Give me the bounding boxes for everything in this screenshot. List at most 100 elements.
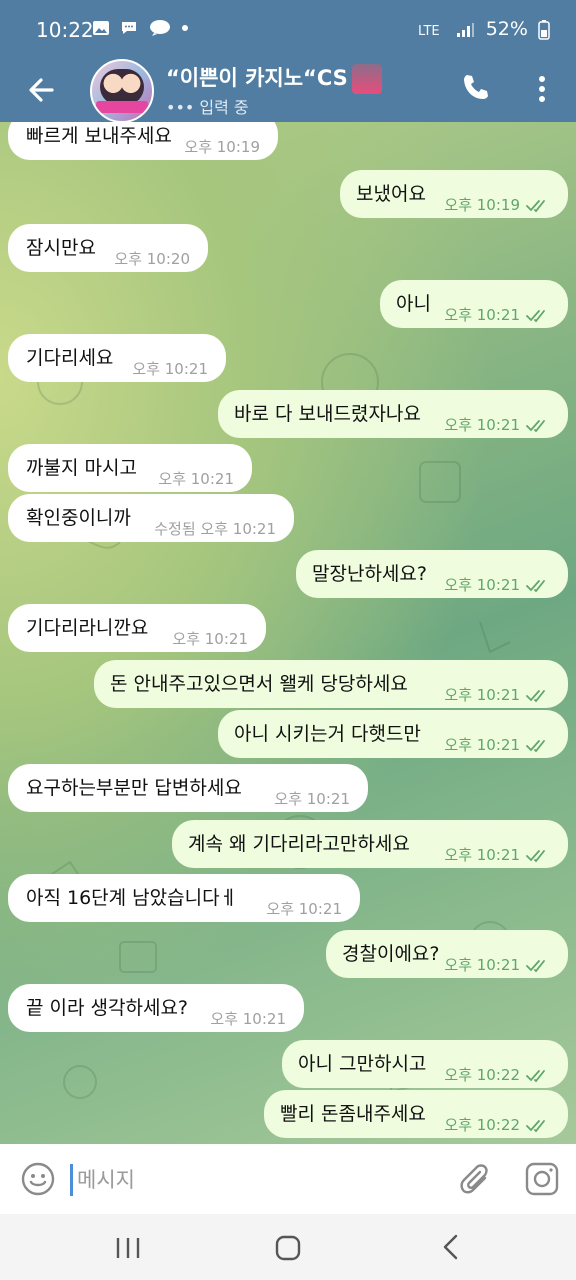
avatar-banner [96,101,148,113]
double-check-icon [526,1119,545,1132]
home-icon[interactable] [272,1232,304,1264]
status-time: 10:22 [36,18,94,42]
message-meta: 오후 10:21 [444,570,552,600]
message-time: 오후 10:22 [444,1066,520,1084]
message-incoming[interactable]: 기다리세요오후 10:21 [8,334,226,382]
message-meta: 오후 10:21 [444,410,552,440]
message-text: 빨리 돈좀내주세요 [280,1103,426,1125]
message-meta: 수정됨 오후 10:21 [154,514,276,544]
message-time: 오후 10:21 [444,576,520,594]
message-incoming[interactable]: 아직 16단계 남았습니다ㅔ 오후 10:21 [8,874,360,922]
recent-apps-icon[interactable] [112,1234,144,1262]
camera-icon[interactable] [524,1161,560,1197]
status-right: LTE 52% [418,18,550,40]
battery-percent: 52% [485,18,528,40]
message-incoming[interactable]: 빠르게 보내주세요 오후 10:19 [8,122,278,160]
message-text: 바로 다 보내드렸자나요 [234,403,421,425]
message-time: 오후 10:21 [132,360,208,378]
double-check-icon [526,1069,545,1082]
message-incoming[interactable]: 확인중이니까 수정됨 오후 10:21 [8,494,294,542]
message-time: 오후 10:22 [444,1116,520,1134]
message-outgoing[interactable]: 아니 그만하시고 오후 10:22 [282,1040,568,1088]
message-incoming[interactable]: 요구하는부분만 답변하세요오후 10:21 [8,764,368,812]
double-check-icon [526,959,545,972]
message-text: 기다리라니깐요 [26,617,149,639]
message-text: 기다리세요 [26,347,114,369]
message-time: 오후 10:21 [444,736,520,754]
message-input-bar [0,1144,576,1214]
message-outgoing[interactable]: 보냈어요오후 10:19 [340,170,568,218]
message-time: 오후 10:21 [172,630,248,648]
chat-messages[interactable]: 빠르게 보내주세요 오후 10:19 보냈어요 오후 10:19 잠시만요 오후 10:2… [0,122,576,1144]
double-check-icon [526,579,545,592]
network-label: LTE [418,24,440,39]
message-text: 돈 안내주고있으면서 왤케 당당하세요 [110,673,408,695]
message-time: 오후 10:21 [444,956,520,974]
message-input[interactable] [70,1164,449,1196]
double-check-icon [526,199,545,212]
message-time: 오후 10:21 [444,686,520,704]
message-text: 까불지 마시고 [26,457,137,479]
message-meta: 오후 10:21 [210,1004,286,1034]
message-outgoing[interactable]: 돈 안내주고있으면서 왤케 당당하세요오후 10:21 [94,660,568,708]
avatar[interactable] [90,59,154,123]
message-text: 아니 시키는거 다햇드만 [234,723,421,745]
message-incoming[interactable]: 기다리라니깐요오후 10:21 [8,604,266,652]
emoji-icon[interactable] [20,1161,56,1197]
double-check-icon [526,419,545,432]
battery-icon [538,19,550,40]
message-time: 오후 10:19 [184,138,260,156]
attach-icon[interactable] [458,1160,494,1198]
message-text: 경찰이에요? [342,943,440,965]
message-meta: 오후 10:20 [114,244,190,274]
message-meta: 오후 10:21 [444,840,552,870]
message-incoming[interactable]: 까불지 마시고 오후 10:21 [8,444,252,492]
message-time: 오후 10:19 [444,196,520,214]
message-meta: 오후 10:19 [184,132,260,162]
message-time: 오후 10:21 [266,900,342,918]
message-outgoing[interactable]: 아니 시키는거 다햇드만오후 10:21 [218,710,568,758]
avatar-image [100,69,144,105]
message-incoming[interactable]: 잠시만요 오후 10:20 [8,224,208,272]
message-meta: 오후 10:22 [444,1060,552,1090]
message-meta: 오후 10:21 [172,624,248,654]
double-check-icon [526,689,545,702]
message-outgoing[interactable]: 계속 왜 기다리라고만하세요 오후 10:21 [172,820,568,868]
message-meta: 오후 10:21 [158,464,234,494]
chat-header: “이쁜이 카지노“CS ••• 입력 중 [0,58,576,123]
message-outgoing[interactable]: 경찰이에요? 오후 10:21 [326,930,568,978]
message-incoming[interactable]: 끝 이라 생각하세요? 오후 10:21 [8,984,304,1032]
message-time: 오후 10:21 [274,790,350,808]
message-meta: 오후 10:21 [132,354,208,384]
chat-title-block[interactable]: “이쁜이 카지노“CS [166,62,382,94]
notification-icons [92,20,189,40]
status-bar: 10:22 LTE 52% [0,0,576,58]
message-text: 요구하는부분만 답변하세요 [26,777,242,799]
message-meta: 오후 10:22 [444,1110,552,1140]
message-time: 오후 10:21 [444,416,520,434]
double-check-icon [526,739,545,752]
system-navigation-bar [0,1214,576,1280]
chat-icon [122,22,137,34]
message-meta: 오후 10:21 [266,894,342,924]
message-meta: 오후 10:21 [444,730,552,760]
message-time: 오후 10:21 [444,846,520,864]
message-text: 아직 16단계 남았습니다ㅔ [26,887,238,909]
message-outgoing[interactable]: 말장난하세요? 오후 10:21 [296,550,568,598]
phone-icon[interactable] [460,72,492,104]
message-text: 보냈어요 [356,183,426,205]
title-badge-image [351,64,382,94]
back-icon[interactable] [438,1232,464,1262]
message-meta: 오후 10:21 [274,784,350,814]
message-meta: 오후 10:19 [444,190,552,220]
message-outgoing[interactable]: 바로 다 보내드렸자나요오후 10:21 [218,390,568,438]
message-outgoing[interactable]: 아니오후 10:21 [380,280,568,328]
double-check-icon [526,309,545,322]
back-arrow-icon[interactable] [22,70,62,110]
typing-status: ••• 입력 중 [166,98,249,117]
more-vertical-icon[interactable] [530,72,554,106]
message-meta: 오후 10:21 [444,300,552,330]
message-outgoing[interactable]: 빨리 돈좀내주세요오후 10:22 [264,1090,568,1138]
message-time: 오후 10:21 [444,306,520,324]
message-text: 아니 [396,293,431,315]
